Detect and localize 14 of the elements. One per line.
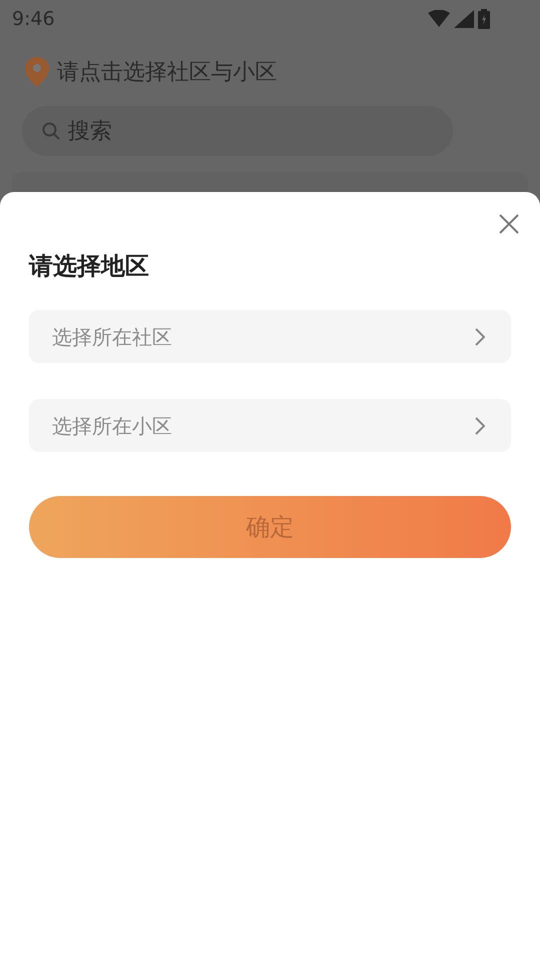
close-button[interactable] <box>497 212 521 236</box>
search-icon <box>42 122 60 140</box>
signal-icon <box>454 10 474 28</box>
sheet-title: 请选择地区 <box>29 251 150 282</box>
wifi-icon <box>428 10 450 28</box>
chevron-right-icon <box>475 328 485 346</box>
select-field[interactable]: 选择所在社区 <box>29 310 511 363</box>
chevron-right-icon <box>475 416 485 434</box>
status-time: 9:46 <box>12 6 55 32</box>
select-field[interactable]: 选择所在小区 <box>29 399 511 452</box>
close-icon <box>499 214 519 234</box>
battery-icon <box>478 9 490 29</box>
location-pin-icon <box>25 57 49 87</box>
location-label[interactable]: 请点击选择社区与小区 <box>57 56 277 88</box>
